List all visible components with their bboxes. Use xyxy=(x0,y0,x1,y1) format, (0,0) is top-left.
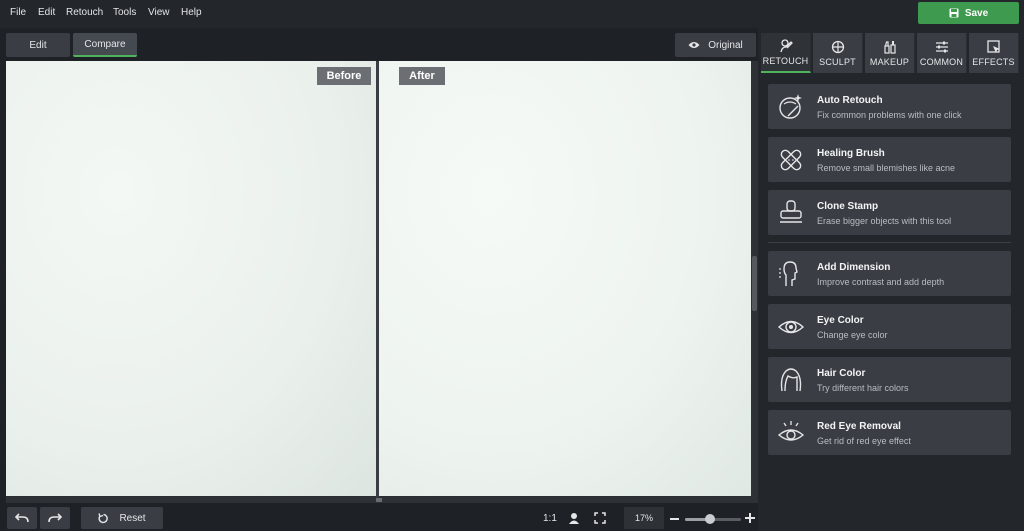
floppy-disk-icon xyxy=(949,8,959,18)
menu-file[interactable]: File xyxy=(10,7,26,18)
menu-bar: File Edit Retouch Tools View Help Save xyxy=(0,0,1024,28)
fit-screen-icon[interactable] xyxy=(594,512,606,524)
undo-icon xyxy=(15,513,29,523)
common-icon xyxy=(935,40,949,54)
reset-button[interactable]: Reset xyxy=(81,507,163,529)
tool-hair-color[interactable]: Hair Color Try different hair colors xyxy=(768,357,1011,402)
tab-edit[interactable]: Edit xyxy=(6,33,70,57)
after-photo: After xyxy=(379,61,751,496)
menu-tools[interactable]: Tools xyxy=(113,7,136,18)
vertical-scrollbar-thumb[interactable] xyxy=(752,256,757,311)
tool-description: Improve contrast and add depth xyxy=(817,277,945,287)
menu-view[interactable]: View xyxy=(148,7,170,18)
actual-size-button[interactable]: 1:1 xyxy=(543,513,557,524)
tab-makeup-label: MAKEUP xyxy=(869,56,910,67)
tool-description: Fix common problems with one click xyxy=(817,110,962,120)
zoom-in-icon[interactable] xyxy=(745,513,755,523)
tools-panel: RETOUCH SCULPT MAKEUP COMMON EFFECTS Aut… xyxy=(758,28,1024,531)
eye-icon xyxy=(688,41,700,49)
tool-title: Clone Stamp xyxy=(817,201,879,212)
tool-auto-retouch[interactable]: Auto Retouch Fix common problems with on… xyxy=(768,84,1011,129)
menu-retouch[interactable]: Retouch xyxy=(66,7,103,18)
tool-separator xyxy=(768,242,1011,243)
effects-icon xyxy=(986,39,1001,54)
save-button[interactable]: Save xyxy=(918,2,1019,24)
tool-description: Try different hair colors xyxy=(817,383,909,393)
tab-common[interactable]: COMMON xyxy=(917,33,967,73)
tool-title: Healing Brush xyxy=(817,148,885,159)
bottom-bar: Reset 1:1 17% xyxy=(0,504,758,531)
tool-title: Red Eye Removal xyxy=(817,421,901,432)
tab-retouch[interactable]: RETOUCH xyxy=(761,33,811,73)
tool-clone-stamp[interactable]: Clone Stamp Erase bigger objects with th… xyxy=(768,190,1011,235)
tool-title: Hair Color xyxy=(817,368,866,379)
before-label: Before xyxy=(317,67,371,85)
red-eye-icon xyxy=(776,418,806,448)
original-label: Original xyxy=(708,39,743,51)
sculpt-icon xyxy=(831,40,845,54)
tool-description: Remove small blemishes like acne xyxy=(817,163,956,173)
redo-icon xyxy=(48,513,62,523)
tab-retouch-label: RETOUCH xyxy=(762,55,809,66)
zoom-value[interactable]: 17% xyxy=(624,507,664,529)
original-button[interactable]: Original xyxy=(675,33,756,57)
photo-canvas[interactable]: Before After xyxy=(6,61,758,498)
reset-icon xyxy=(98,512,109,524)
tab-effects[interactable]: EFFECTS xyxy=(969,33,1019,73)
menu-help[interactable]: Help xyxy=(181,7,202,18)
menu-edit[interactable]: Edit xyxy=(38,7,55,18)
zoom-slider-thumb[interactable] xyxy=(705,514,716,524)
save-label: Save xyxy=(964,7,989,19)
tab-sculpt[interactable]: SCULPT xyxy=(813,33,863,73)
healing-brush-icon xyxy=(776,145,806,175)
tool-description: Change eye color xyxy=(817,330,888,340)
retouch-icon xyxy=(779,38,793,53)
fit-person-icon[interactable] xyxy=(568,512,580,524)
clone-stamp-icon xyxy=(776,198,806,228)
after-label: After xyxy=(399,67,445,85)
tool-description: Get rid of red eye effect xyxy=(817,436,911,446)
vertical-scrollbar[interactable] xyxy=(751,61,758,498)
tab-effects-label: EFFECTS xyxy=(972,56,1015,67)
tool-description: Erase bigger objects with this tool xyxy=(817,216,952,226)
hair-color-icon xyxy=(776,365,806,395)
tool-title: Add Dimension xyxy=(817,262,891,273)
tab-compare[interactable]: Compare xyxy=(73,33,137,57)
tool-healing-brush[interactable]: Healing Brush Remove small blemishes lik… xyxy=(768,137,1011,182)
before-photo: Before xyxy=(6,61,376,496)
add-dimension-icon xyxy=(776,259,806,289)
view-toolbar: Edit Compare Original xyxy=(0,28,758,60)
zoom-out-icon[interactable] xyxy=(670,518,679,520)
redo-button[interactable] xyxy=(40,507,70,529)
reset-label: Reset xyxy=(119,512,146,524)
tool-title: Eye Color xyxy=(817,315,864,326)
horizontal-scrollbar[interactable] xyxy=(6,497,758,503)
tab-makeup[interactable]: MAKEUP xyxy=(865,33,915,73)
tool-title: Auto Retouch xyxy=(817,95,883,106)
tool-red-eye-removal[interactable]: Red Eye Removal Get rid of red eye effec… xyxy=(768,410,1011,455)
tool-add-dimension[interactable]: Add Dimension Improve contrast and add d… xyxy=(768,251,1011,296)
undo-button[interactable] xyxy=(7,507,37,529)
makeup-icon xyxy=(883,40,897,54)
tab-common-label: COMMON xyxy=(919,56,964,67)
panel-tabs: RETOUCH SCULPT MAKEUP COMMON EFFECTS xyxy=(761,33,1021,73)
auto-retouch-icon xyxy=(776,92,806,122)
eye-color-icon xyxy=(776,312,806,342)
horizontal-scrollbar-thumb[interactable] xyxy=(376,498,382,502)
tab-sculpt-label: SCULPT xyxy=(819,56,856,67)
tool-eye-color[interactable]: Eye Color Change eye color xyxy=(768,304,1011,349)
